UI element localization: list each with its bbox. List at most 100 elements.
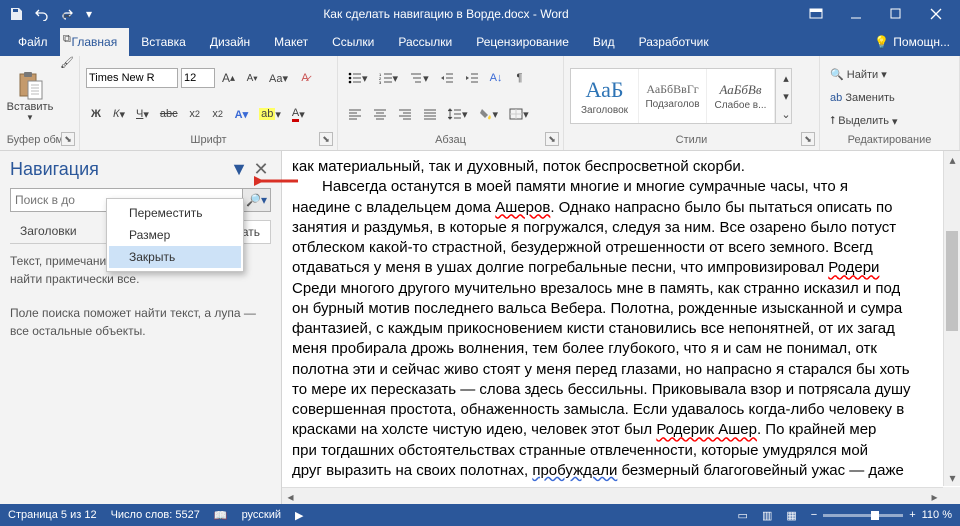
change-case-icon[interactable]: Aa▾: [265, 68, 292, 88]
decrease-indent-icon[interactable]: [436, 68, 458, 88]
dialog-launcher-icon[interactable]: ⬊: [801, 132, 815, 146]
paste-button[interactable]: Вставить ▼: [6, 63, 54, 129]
group-label-styles: Стили⬊: [570, 132, 813, 146]
ctx-size[interactable]: Размер: [109, 224, 241, 246]
tab-file[interactable]: Файл: [6, 28, 60, 56]
numbering-icon[interactable]: 123▾: [375, 68, 403, 88]
minimize-icon[interactable]: [836, 0, 876, 28]
style-heading[interactable]: АаБЗаголовок: [571, 69, 639, 123]
maximize-icon[interactable]: [876, 0, 916, 28]
ctx-move[interactable]: Переместить: [109, 202, 241, 224]
scroll-up-icon[interactable]: ▴: [944, 151, 960, 168]
tab-insert[interactable]: Вставка: [129, 28, 198, 56]
group-font: A▴ A▾ Aa▾ A̷ Ж К▾ Ч▾ abc x2 x2 A▾ ab▾ A▾…: [80, 56, 338, 150]
view-web-icon[interactable]: ▦: [786, 509, 796, 522]
nav-pane-title: Навигация ▼ ✕: [10, 159, 271, 180]
bold-button[interactable]: Ж: [86, 104, 106, 124]
highlight-icon[interactable]: ab▾: [255, 104, 285, 124]
justify-icon[interactable]: [419, 104, 441, 124]
status-macro-icon[interactable]: ▶: [295, 509, 303, 522]
status-spellcheck-icon[interactable]: 📖: [214, 509, 228, 522]
shading-icon[interactable]: ▾: [475, 104, 503, 124]
font-name-field[interactable]: [86, 68, 178, 88]
align-center-icon[interactable]: [369, 104, 391, 124]
format-painter-icon[interactable]: 🖌: [56, 52, 78, 72]
show-marks-icon[interactable]: ¶: [509, 68, 529, 88]
replace-icon: ab: [830, 92, 842, 104]
close-icon[interactable]: [916, 0, 956, 28]
zoom-in-icon[interactable]: +: [909, 509, 915, 521]
ctx-close[interactable]: Закрыть: [109, 246, 241, 268]
tab-references[interactable]: Ссылки: [320, 28, 386, 56]
style-subheading[interactable]: АаБбВвГгПодзаголов: [639, 69, 707, 123]
zoom-value[interactable]: 110 %: [922, 509, 952, 521]
status-language[interactable]: русский: [242, 509, 281, 521]
font-size-field[interactable]: [181, 68, 215, 88]
tab-design[interactable]: Дизайн: [198, 28, 262, 56]
bullets-icon[interactable]: ▾: [344, 68, 372, 88]
replace-button[interactable]: ab Заменить: [826, 88, 936, 108]
dialog-launcher-icon[interactable]: ⬊: [319, 132, 333, 146]
tab-view[interactable]: Вид: [581, 28, 627, 56]
zoom-control: − + 110 %: [811, 509, 952, 521]
nav-search-button[interactable]: 🔎▾: [243, 188, 271, 212]
zoom-out-icon[interactable]: −: [811, 509, 817, 521]
horizontal-scrollbar[interactable]: ◂ ▸: [282, 487, 943, 504]
borders-icon[interactable]: ▾: [505, 104, 533, 124]
view-read-icon[interactable]: ▭: [738, 509, 748, 522]
styles-gallery[interactable]: АаБЗаголовок АаБбВвГгПодзаголов АаБбВвСл…: [570, 68, 776, 124]
gallery-more-icon[interactable]: ⌄: [776, 105, 796, 123]
document-page[interactable]: как материальный, так и духовный, поток …: [282, 151, 943, 487]
multilevel-list-icon[interactable]: ▾: [405, 68, 433, 88]
tell-me[interactable]: 💡Помощн...: [874, 35, 960, 49]
sort-icon[interactable]: A↓: [486, 68, 507, 88]
tab-mailings[interactable]: Рассылки: [386, 28, 464, 56]
find-button[interactable]: 🔍 Найти ▾: [826, 65, 936, 85]
copy-icon[interactable]: ⧉: [56, 29, 78, 49]
line-spacing-icon[interactable]: ▾: [444, 104, 472, 124]
gallery-up-icon[interactable]: ▴: [776, 69, 796, 87]
dialog-launcher-icon[interactable]: ⬊: [61, 132, 75, 146]
scroll-right-icon[interactable]: ▸: [926, 488, 943, 504]
status-page[interactable]: Страница 5 из 12: [8, 509, 97, 521]
save-icon[interactable]: [4, 2, 28, 26]
status-words[interactable]: Число слов: 5527: [111, 509, 200, 521]
select-button[interactable]: ⭡ Выделить ▾: [826, 111, 936, 131]
subscript-button[interactable]: x2: [185, 104, 205, 124]
search-icon: 🔎: [246, 193, 261, 207]
view-print-icon[interactable]: ▥: [762, 509, 772, 522]
group-styles: АаБЗаголовок АаБбВвГгПодзаголов АаБбВвСл…: [564, 56, 820, 150]
superscript-button[interactable]: x2: [208, 104, 228, 124]
shrink-font-icon[interactable]: A▾: [242, 68, 262, 88]
font-color-icon[interactable]: A▾: [288, 104, 309, 124]
italic-button[interactable]: К▾: [109, 104, 129, 124]
clear-formatting-icon[interactable]: A̷: [295, 68, 315, 88]
scroll-left-icon[interactable]: ◂: [282, 488, 299, 504]
zoom-thumb[interactable]: [871, 511, 879, 520]
align-left-icon[interactable]: [344, 104, 366, 124]
scroll-thumb[interactable]: [946, 231, 958, 331]
tab-review[interactable]: Рецензирование: [464, 28, 581, 56]
ribbon-display-icon[interactable]: [796, 0, 836, 28]
qat-customize-icon[interactable]: ▾: [82, 2, 96, 26]
align-right-icon[interactable]: [394, 104, 416, 124]
tab-layout[interactable]: Макет: [262, 28, 320, 56]
underline-button[interactable]: Ч▾: [132, 104, 153, 124]
zoom-slider[interactable]: [823, 514, 903, 517]
cut-icon[interactable]: ✂: [56, 6, 78, 26]
increase-indent-icon[interactable]: [461, 68, 483, 88]
nav-tab-headings[interactable]: Заголовки: [10, 220, 87, 243]
scroll-down-icon[interactable]: ▾: [944, 469, 960, 486]
pane-resize-handle[interactable]: [276, 151, 281, 504]
text-effects-icon[interactable]: A▾: [231, 104, 252, 124]
grow-font-icon[interactable]: A▴: [218, 68, 239, 88]
vertical-scrollbar[interactable]: ▴ ▾: [943, 151, 960, 486]
tab-developer[interactable]: Разработчик: [627, 28, 721, 56]
dialog-launcher-icon[interactable]: ⬊: [545, 132, 559, 146]
pane-options-icon[interactable]: ▼: [229, 160, 249, 180]
ribbon: Вставить ▼ ✂ ⧉ 🖌 Буфер обм...⬊ A▴ A▾ Aa▾…: [0, 56, 960, 151]
gallery-down-icon[interactable]: ▾: [776, 87, 796, 105]
style-weak[interactable]: АаБбВвСлабое в...: [707, 69, 775, 123]
undo-icon[interactable]: [30, 2, 54, 26]
strikethrough-button[interactable]: abc: [156, 104, 182, 124]
